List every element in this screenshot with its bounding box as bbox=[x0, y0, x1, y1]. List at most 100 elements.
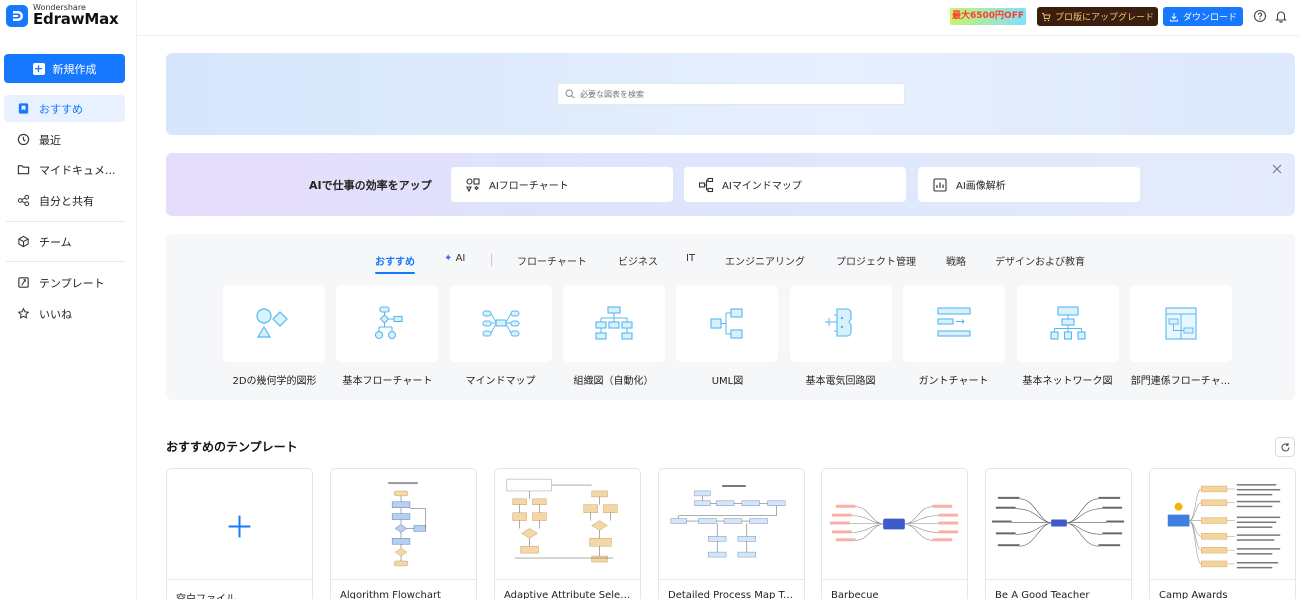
template-name: Adaptive Attribute Selec... bbox=[504, 590, 634, 599]
tab-engineering[interactable]: エンジニアリング bbox=[725, 253, 805, 268]
template-card-be-a-good-teacher[interactable]: Be A Good Teacher bbox=[985, 468, 1132, 599]
refresh-button[interactable] bbox=[1275, 437, 1295, 457]
help-icon[interactable] bbox=[1253, 9, 1267, 23]
tab-ai[interactable]: ✦ AI bbox=[444, 253, 465, 264]
tile-label: UML図 bbox=[711, 376, 744, 387]
sidebar-item-label: チーム bbox=[39, 235, 72, 249]
sidebar-item-my-documents[interactable]: マイドキュメ... bbox=[4, 156, 125, 183]
ai-banner-title: AIで仕事の効率をアップ bbox=[309, 179, 432, 192]
template-thumbnail bbox=[822, 469, 967, 580]
share-icon bbox=[17, 194, 30, 207]
tile-label: 部門連係フローチャ... bbox=[1130, 376, 1231, 387]
download-button[interactable]: ダウンロード bbox=[1163, 7, 1243, 26]
ai-card-label: AI画像解析 bbox=[956, 181, 1006, 192]
tile-gantt-chart[interactable] bbox=[903, 285, 1005, 362]
tile-basic-flowchart[interactable] bbox=[336, 285, 438, 362]
sidebar-item-label: 最近 bbox=[39, 133, 61, 147]
search-box[interactable] bbox=[557, 83, 905, 105]
flowchart-icon bbox=[374, 306, 403, 340]
upgrade-button[interactable]: プロ版にアップグレード bbox=[1037, 7, 1158, 26]
cube-icon bbox=[18, 235, 29, 248]
sidebar: Wondershare EdrawMax + 新規作成 おすすめ 最近 マイドキ… bbox=[0, 0, 137, 599]
template-name: Be A Good Teacher bbox=[995, 590, 1090, 599]
ai-card-label: AIマインドマップ bbox=[722, 181, 802, 192]
ai-banner: AIで仕事の効率をアップ AIフローチャート AIマインドマップ AI画像解析 bbox=[166, 153, 1295, 216]
sidebar-divider bbox=[6, 221, 125, 222]
search-input[interactable] bbox=[580, 89, 880, 99]
template-thumbnail bbox=[1150, 469, 1295, 580]
barbecue-mindmap-thumbnail bbox=[829, 504, 959, 542]
top-bar: 最大6500円OFF プロ版にアップグレード ダウンロード bbox=[137, 0, 1299, 36]
app-logo[interactable]: Wondershare EdrawMax bbox=[6, 4, 119, 27]
template-thumbnail bbox=[495, 469, 640, 580]
camp-awards-thumbnail bbox=[1167, 484, 1281, 569]
search-icon bbox=[565, 89, 575, 99]
tab-business[interactable]: ビジネス bbox=[618, 253, 658, 268]
tab-recommended[interactable]: おすすめ bbox=[375, 253, 415, 274]
mindmap-icon bbox=[482, 310, 520, 337]
tile-geometric-shapes[interactable] bbox=[223, 285, 325, 362]
ai-mindmap-button[interactable]: AIマインドマップ bbox=[684, 167, 906, 202]
folder-icon bbox=[17, 165, 30, 175]
swimlane-icon bbox=[1165, 307, 1197, 340]
tab-it[interactable]: IT bbox=[686, 253, 695, 264]
template-name: Algorithm Flowchart bbox=[340, 590, 441, 599]
template-card-adaptive-attribute[interactable]: Adaptive Attribute Selec... bbox=[494, 468, 641, 599]
star-icon bbox=[17, 307, 30, 319]
new-document-label: 新規作成 bbox=[52, 62, 97, 76]
tile-electrical-circuit[interactable] bbox=[790, 285, 892, 362]
download-label: ダウンロード bbox=[1182, 13, 1237, 23]
sparkle-icon: ✦ bbox=[444, 253, 453, 264]
tile-label: 基本電気回路図 bbox=[805, 376, 876, 387]
tile-label: 2Dの幾何学的図形 bbox=[232, 376, 317, 387]
tab-ai-label: AI bbox=[455, 253, 466, 264]
tile-network-diagram[interactable] bbox=[1017, 285, 1119, 362]
template-card-barbecue[interactable]: Barbecue bbox=[821, 468, 968, 599]
tab-design-education[interactable]: デザインおよび教育 bbox=[995, 253, 1085, 268]
tile-cross-functional-flowchart[interactable] bbox=[1130, 285, 1232, 362]
close-icon[interactable] bbox=[1271, 163, 1283, 175]
edrawmax-logo-icon bbox=[6, 4, 28, 27]
mindmap-ai-icon bbox=[698, 177, 714, 192]
flowchart-ai-icon bbox=[466, 177, 480, 192]
logo-product: EdrawMax bbox=[33, 10, 119, 28]
org-chart-icon bbox=[595, 306, 633, 340]
bell-icon[interactable] bbox=[1274, 9, 1288, 23]
sidebar-item-likes[interactable]: いいね bbox=[4, 300, 125, 327]
tab-project-management[interactable]: プロジェクト管理 bbox=[836, 253, 916, 268]
sidebar-item-recent[interactable]: 最近 bbox=[4, 126, 125, 153]
new-document-button[interactable]: + 新規作成 bbox=[4, 54, 125, 83]
sidebar-item-recommended[interactable]: おすすめ bbox=[4, 95, 125, 122]
plus-icon: + bbox=[32, 61, 45, 75]
sidebar-item-shared[interactable]: 自分と共有 bbox=[4, 187, 125, 214]
tile-uml[interactable] bbox=[676, 285, 778, 362]
tile-label: 組織図（自動化） bbox=[573, 376, 654, 387]
template-card-blank[interactable]: 空白ファイル bbox=[166, 468, 313, 599]
template-card-algorithm-flowchart[interactable]: Algorithm Flowchart bbox=[330, 468, 477, 599]
uml-icon bbox=[710, 308, 743, 339]
tab-strategy[interactable]: 戦略 bbox=[946, 253, 966, 268]
ai-flowchart-button[interactable]: AIフローチャート bbox=[451, 167, 673, 202]
ai-image-analysis-button[interactable]: AI画像解析 bbox=[918, 167, 1140, 202]
download-icon bbox=[1170, 12, 1178, 21]
tile-label: マインドマップ bbox=[465, 376, 536, 387]
teacher-mindmap-thumbnail bbox=[991, 496, 1125, 547]
template-name: 空白ファイル bbox=[176, 590, 306, 599]
tile-org-chart[interactable] bbox=[563, 285, 665, 362]
tab-flowchart[interactable]: フローチャート bbox=[517, 253, 587, 268]
process-map-thumbnail bbox=[670, 485, 786, 558]
sidebar-item-team[interactable]: チーム bbox=[4, 228, 125, 255]
template-icon bbox=[18, 277, 29, 288]
adaptive-attribute-thumbnail bbox=[506, 478, 618, 563]
ai-card-label: AIフローチャート bbox=[489, 181, 569, 192]
template-card-camp-awards[interactable]: Camp Awards bbox=[1149, 468, 1296, 599]
tile-mindmap[interactable] bbox=[450, 285, 552, 362]
plus-icon bbox=[228, 515, 251, 538]
circuit-icon bbox=[825, 308, 852, 337]
sidebar-item-templates[interactable]: テンプレート bbox=[4, 269, 125, 296]
template-name: Camp Awards bbox=[1159, 590, 1228, 599]
promo-badge[interactable]: 最大6500円OFF bbox=[950, 8, 1026, 25]
template-card-detailed-process-map[interactable]: Detailed Process Map Te... bbox=[658, 468, 805, 599]
hero-banner bbox=[166, 53, 1295, 135]
gantt-icon bbox=[937, 307, 971, 337]
